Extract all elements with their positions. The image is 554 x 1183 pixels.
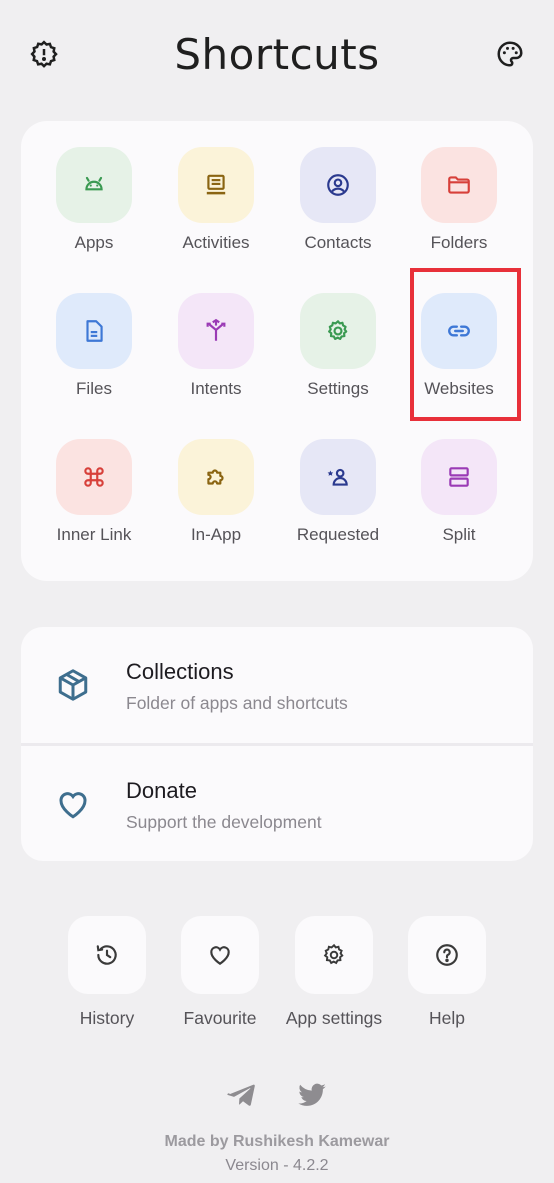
shortcut-tile-settings[interactable]: Settings <box>277 267 399 407</box>
shortcut-tile-folders[interactable]: Folders <box>398 121 520 261</box>
collections-subtitle: Folder of apps and shortcuts <box>126 693 348 713</box>
shortcut-tile-activities[interactable]: Activities <box>155 121 277 261</box>
palette-icon[interactable] <box>492 36 528 72</box>
shortcut-label: In-App <box>190 525 242 544</box>
favourite-label: Favourite <box>183 1008 257 1028</box>
shortcut-tile-files[interactable]: Files <box>33 267 155 407</box>
shortcut-label: Activities <box>182 233 250 252</box>
donate-title: Donate <box>126 778 197 803</box>
collections-title: Collections <box>126 659 234 684</box>
activity-icon <box>178 147 254 223</box>
shortcut-label: Requested <box>296 525 380 544</box>
shortcut-tile-inner-link[interactable]: Inner Link <box>33 413 155 553</box>
shortcut-label: Intents <box>190 379 242 398</box>
telegram-icon[interactable] <box>225 1078 259 1112</box>
collections-row[interactable]: Collections Folder of apps and shortcuts <box>21 627 533 743</box>
favourite-button-tile[interactable] <box>181 916 259 994</box>
history-label: History <box>79 1008 135 1028</box>
twitter-icon[interactable] <box>295 1078 329 1112</box>
version-text: Version - 4.2.2 <box>225 1157 329 1174</box>
android-icon <box>56 147 132 223</box>
bottom-actions: History Favourite App settings Help <box>0 916 554 1036</box>
shortcut-tile-requested[interactable]: Requested <box>277 413 399 553</box>
file-icon <box>56 293 132 369</box>
credit-text: Made by Rushikesh Kamewar <box>164 1133 390 1150</box>
favourite-heart-icon <box>210 946 230 965</box>
history-button-tile[interactable] <box>68 916 146 994</box>
donate-row[interactable]: Donate Support the development <box>21 746 533 861</box>
app-settings-button-tile[interactable] <box>295 916 373 994</box>
help-button-tile[interactable] <box>408 916 486 994</box>
heart-icon <box>53 784 93 824</box>
shortcut-label: Folders <box>430 233 488 252</box>
app-settings-label: App settings <box>285 1008 383 1028</box>
shortcut-label: Split <box>442 525 476 544</box>
help-icon <box>436 944 458 966</box>
cube-icon <box>53 665 93 705</box>
split-icon <box>421 439 497 515</box>
shortcut-tile-in-app[interactable]: In-App <box>155 413 277 553</box>
app-settings-gear-icon <box>323 943 344 965</box>
shortcut-label: Settings <box>307 379 369 398</box>
folder-icon <box>421 147 497 223</box>
shortcut-label: Files <box>76 379 112 398</box>
highlight-box <box>410 268 521 421</box>
history-icon <box>96 945 117 965</box>
command-icon <box>56 439 132 515</box>
person-star-icon <box>300 439 376 515</box>
intent-icon <box>178 293 254 369</box>
shortcut-label: Contacts <box>304 233 372 252</box>
help-label: Help <box>429 1008 465 1028</box>
shortcut-tile-intents[interactable]: Intents <box>155 267 277 407</box>
gear-icon <box>300 293 376 369</box>
help-button[interactable]: Help <box>377 916 517 1029</box>
puzzle-icon <box>178 439 254 515</box>
shortcut-label: Inner Link <box>56 525 132 544</box>
shortcut-tile-contacts[interactable]: Contacts <box>277 121 399 261</box>
options-card: Collections Folder of apps and shortcuts… <box>21 627 533 861</box>
shortcut-label: Apps <box>74 233 114 252</box>
top-bar: Shortcuts <box>0 0 554 110</box>
donate-subtitle: Support the development <box>126 812 322 832</box>
shortcut-tile-apps[interactable]: Apps <box>33 121 155 261</box>
contact-icon <box>300 147 376 223</box>
page-title: Shortcuts <box>174 30 380 79</box>
shortcut-tile-split[interactable]: Split <box>398 413 520 553</box>
